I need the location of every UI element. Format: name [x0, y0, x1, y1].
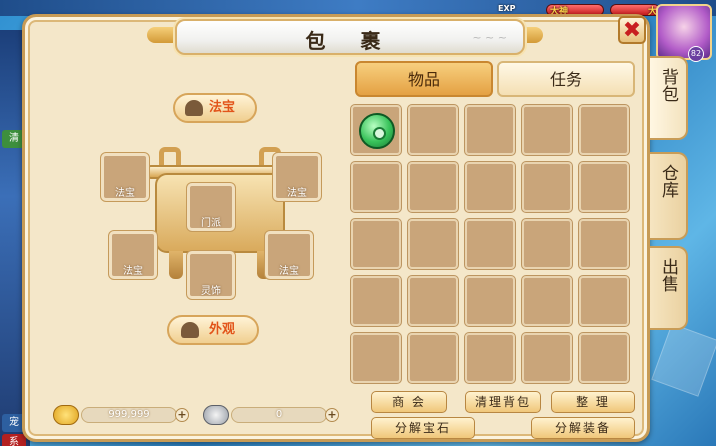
inventory-slot[interactable] — [351, 105, 401, 155]
world-decoration — [651, 323, 716, 397]
decompose-equipment-button[interactable]: 分解装备 — [531, 417, 635, 439]
inventory-slot[interactable] — [465, 162, 515, 212]
inventory-slot[interactable] — [579, 276, 629, 326]
side-tab-label: 出售 — [658, 258, 678, 292]
equip-slot-label: 法宝 — [279, 266, 299, 277]
tab-quests[interactable]: 任务 — [497, 61, 635, 97]
inventory-slot[interactable] — [351, 219, 401, 269]
inventory-slot[interactable] — [579, 162, 629, 212]
jade-pendant-icon — [359, 113, 395, 149]
inventory-grid — [351, 105, 635, 387]
silver-coin-icon — [203, 405, 229, 425]
equip-slot-label: 门派 — [201, 218, 221, 229]
side-tab-backpack[interactable]: 背包 — [650, 56, 688, 140]
cauldron-leg — [169, 251, 183, 279]
silver-amount: 0 — [231, 407, 327, 423]
gold-amount: 999,999 — [81, 407, 177, 423]
left-hud-tag[interactable]: 系 — [2, 434, 26, 446]
inventory-slot[interactable] — [579, 219, 629, 269]
window-title: 包 裹 — [305, 29, 395, 53]
magic-treasure-header-button[interactable]: 法宝 — [173, 93, 257, 123]
equip-slot-label: 法宝 — [287, 188, 307, 199]
inventory-slot[interactable] — [522, 219, 572, 269]
equip-slot-sect[interactable]: 门派 — [187, 183, 235, 231]
equip-slot-treasure-2[interactable]: 法宝 — [273, 153, 321, 201]
appearance-button[interactable]: 外观 — [167, 315, 259, 345]
equip-slot-ornament[interactable]: 灵饰 — [187, 251, 235, 299]
inventory-slot[interactable] — [408, 105, 458, 155]
title-plate: 包 裹 ~ ~ ~ — [175, 19, 525, 55]
equip-slot-label: 灵饰 — [201, 286, 221, 297]
inventory-slot[interactable] — [465, 333, 515, 383]
player-avatar[interactable]: 82 — [656, 4, 712, 62]
inventory-slot[interactable] — [522, 333, 572, 383]
inventory-slot[interactable] — [522, 105, 572, 155]
close-icon: ✖ — [622, 18, 642, 43]
inventory-slot[interactable] — [522, 276, 572, 326]
inventory-slot[interactable] — [465, 219, 515, 269]
inventory-slot[interactable] — [408, 219, 458, 269]
shop-button[interactable]: 商 会 — [371, 391, 447, 413]
add-silver-button[interactable]: + — [325, 408, 339, 422]
tab-items[interactable]: 物品 — [355, 61, 493, 97]
decompose-gem-button[interactable]: 分解宝石 — [371, 417, 475, 439]
exp-label: EXP — [498, 4, 516, 13]
inventory-slot[interactable] — [408, 162, 458, 212]
equip-slot-label: 法宝 — [123, 266, 143, 277]
side-tab-label: 背包 — [658, 68, 678, 102]
inventory-slot[interactable] — [408, 333, 458, 383]
inventory-window: 包 裹 ~ ~ ~ 法宝 法宝 法宝 门派 法宝 法宝 灵饰 外观 999,99… — [22, 14, 650, 442]
inventory-slot[interactable] — [579, 333, 629, 383]
inventory-slot[interactable] — [351, 162, 401, 212]
inventory-slot[interactable] — [522, 162, 572, 212]
inventory-slot[interactable] — [465, 276, 515, 326]
side-tab-warehouse[interactable]: 仓库 — [650, 152, 688, 240]
inventory-slot[interactable] — [579, 105, 629, 155]
character-silhouette-icon — [181, 322, 199, 338]
sort-button[interactable]: 整 理 — [551, 391, 635, 413]
character-silhouette-icon — [185, 100, 203, 116]
inventory-slot[interactable] — [408, 276, 458, 326]
gold-coin-icon — [53, 405, 79, 425]
inventory-slot[interactable] — [351, 333, 401, 383]
equip-header-label: 法宝 — [209, 100, 236, 115]
side-tab-sell[interactable]: 出售 — [650, 246, 688, 330]
inventory-slot[interactable] — [465, 105, 515, 155]
equip-slot-treasure-4[interactable]: 法宝 — [265, 231, 313, 279]
add-gold-button[interactable]: + — [175, 408, 189, 422]
equip-slot-treasure-1[interactable]: 法宝 — [101, 153, 149, 201]
equipment-area: 法宝 法宝 法宝 门派 法宝 法宝 灵饰 外观 — [75, 77, 355, 407]
player-level-badge: 82 — [688, 46, 704, 62]
equip-slot-label: 法宝 — [115, 188, 135, 199]
inventory-slot[interactable] — [351, 276, 401, 326]
close-button[interactable]: ✖ — [618, 16, 646, 44]
clean-bag-button[interactable]: 清理背包 — [465, 391, 541, 413]
title-decoration: ~ ~ ~ — [472, 31, 507, 44]
side-tab-label: 仓库 — [658, 164, 678, 198]
equip-footer-label: 外观 — [209, 322, 236, 337]
equip-slot-treasure-3[interactable]: 法宝 — [109, 231, 157, 279]
